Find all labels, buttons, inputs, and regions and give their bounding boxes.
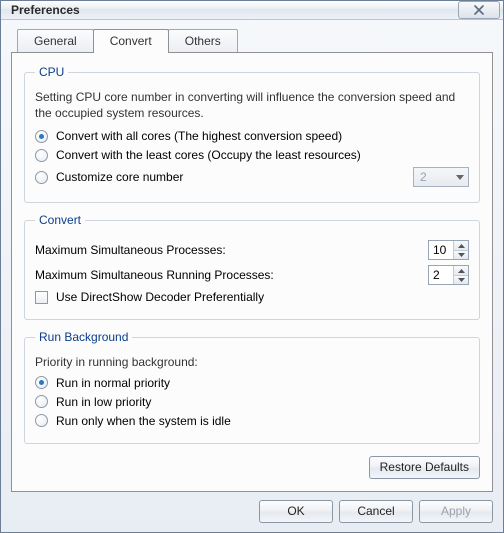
dialog-buttons: OK Cancel Apply bbox=[11, 492, 493, 523]
max-proc-label: Maximum Simultaneous Processes: bbox=[35, 243, 428, 257]
cpu-option-all-label: Convert with all cores (The highest conv… bbox=[56, 129, 342, 143]
radio-icon bbox=[35, 130, 48, 143]
radio-icon bbox=[35, 414, 48, 427]
group-run-background: Run Background Priority in running backg… bbox=[24, 330, 480, 443]
spin-down-button[interactable] bbox=[454, 250, 468, 260]
runbg-option-low[interactable]: Run in low priority bbox=[35, 395, 469, 409]
spinner bbox=[453, 241, 468, 259]
radio-icon bbox=[35, 149, 48, 162]
spin-up-button[interactable] bbox=[454, 266, 468, 275]
runbg-option-low-label: Run in low priority bbox=[56, 395, 151, 409]
close-icon bbox=[473, 5, 485, 15]
runbg-option-idle[interactable]: Run only when the system is idle bbox=[35, 414, 469, 428]
cpu-option-custom[interactable]: Customize core number bbox=[35, 170, 413, 184]
tab-general[interactable]: General bbox=[17, 29, 94, 52]
cpu-option-all[interactable]: Convert with all cores (The highest conv… bbox=[35, 129, 469, 143]
radio-icon bbox=[35, 171, 48, 184]
max-proc-value: 10 bbox=[429, 241, 453, 259]
cpu-core-value: 2 bbox=[414, 170, 452, 184]
max-run-input[interactable]: 2 bbox=[428, 265, 469, 285]
apply-button[interactable]: Apply bbox=[419, 500, 493, 523]
runbg-option-idle-label: Run only when the system is idle bbox=[56, 414, 231, 428]
checkbox-icon bbox=[35, 291, 48, 304]
group-convert-legend: Convert bbox=[35, 213, 85, 227]
spinner bbox=[453, 266, 468, 284]
chevron-down-icon bbox=[452, 168, 468, 186]
tabs: General Convert Others bbox=[11, 28, 493, 52]
runbg-heading: Priority in running background: bbox=[35, 354, 469, 370]
tab-panel-convert: CPU Setting CPU core number in convertin… bbox=[11, 52, 493, 492]
group-runbg-legend: Run Background bbox=[35, 330, 132, 344]
directshow-checkbox[interactable]: Use DirectShow Decoder Preferentially bbox=[35, 290, 469, 304]
cpu-option-least[interactable]: Convert with the least cores (Occupy the… bbox=[35, 148, 469, 162]
radio-icon bbox=[35, 395, 48, 408]
ok-button[interactable]: OK bbox=[259, 500, 333, 523]
tab-others[interactable]: Others bbox=[168, 29, 238, 52]
group-convert: Convert Maximum Simultaneous Processes: … bbox=[24, 213, 480, 320]
max-run-label: Maximum Simultaneous Running Processes: bbox=[35, 268, 428, 282]
close-button[interactable] bbox=[458, 1, 500, 19]
runbg-option-normal-label: Run in normal priority bbox=[56, 376, 170, 390]
cpu-description: Setting CPU core number in converting wi… bbox=[35, 89, 469, 121]
cancel-button[interactable]: Cancel bbox=[339, 500, 413, 523]
cpu-core-combo[interactable]: 2 bbox=[413, 167, 469, 187]
max-run-value: 2 bbox=[429, 266, 453, 284]
group-cpu-legend: CPU bbox=[35, 65, 68, 79]
cpu-option-least-label: Convert with the least cores (Occupy the… bbox=[56, 148, 361, 162]
window-title: Preferences bbox=[11, 3, 458, 17]
runbg-option-normal[interactable]: Run in normal priority bbox=[35, 376, 469, 390]
tab-convert[interactable]: Convert bbox=[93, 29, 169, 53]
client-area: General Convert Others CPU Setting CPU c… bbox=[1, 20, 503, 533]
cpu-option-custom-label: Customize core number bbox=[56, 170, 183, 184]
preferences-window: Preferences General Convert Others CPU S… bbox=[0, 0, 504, 533]
directshow-label: Use DirectShow Decoder Preferentially bbox=[56, 290, 264, 304]
restore-defaults-button[interactable]: Restore Defaults bbox=[369, 456, 480, 479]
group-cpu: CPU Setting CPU core number in convertin… bbox=[24, 65, 480, 203]
max-proc-input[interactable]: 10 bbox=[428, 240, 469, 260]
radio-icon bbox=[35, 376, 48, 389]
spin-down-button[interactable] bbox=[454, 275, 468, 285]
spin-up-button[interactable] bbox=[454, 241, 468, 250]
titlebar: Preferences bbox=[1, 1, 503, 20]
